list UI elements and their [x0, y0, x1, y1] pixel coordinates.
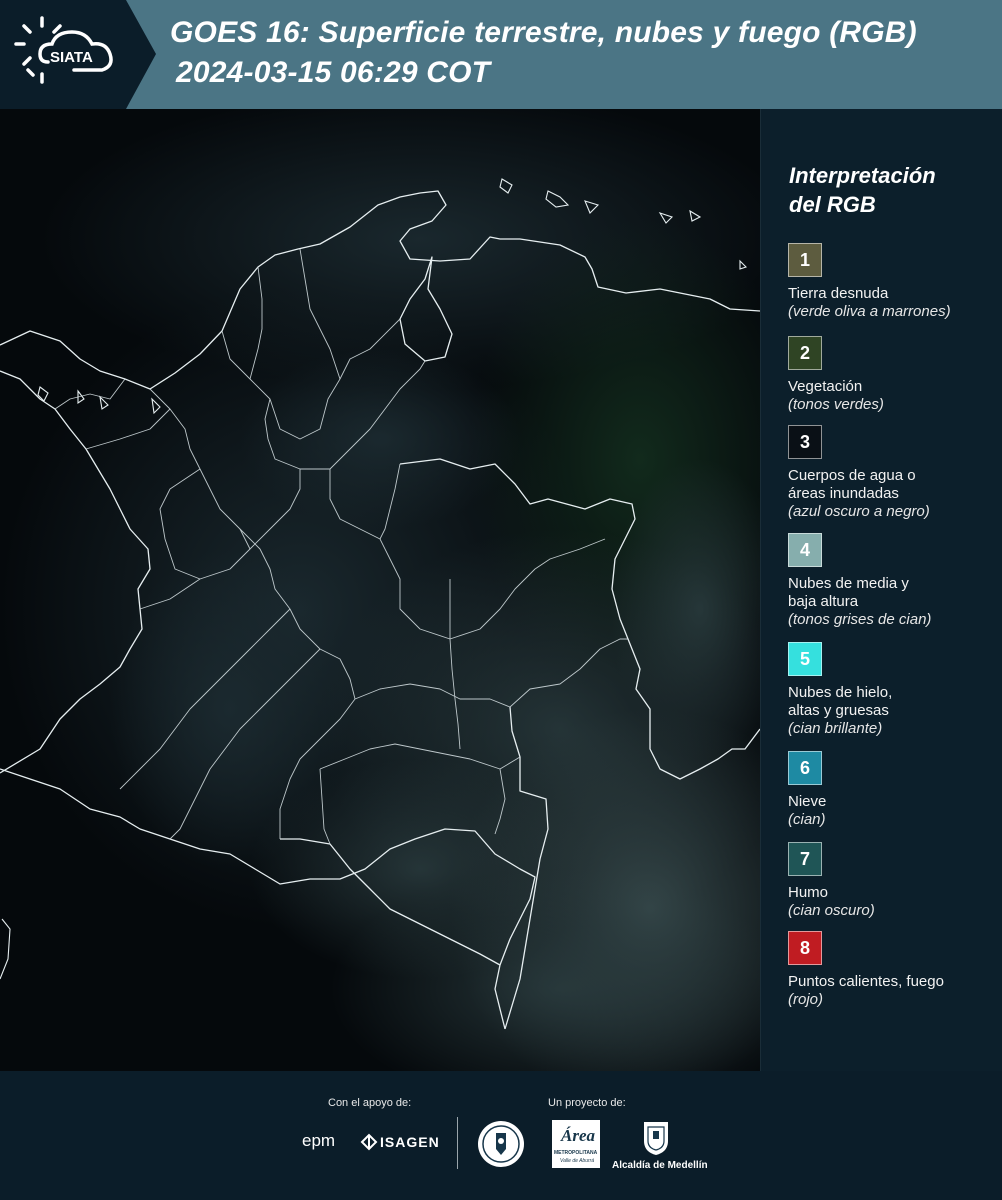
epm-logo: epm	[302, 1131, 335, 1151]
page-title: GOES 16: Superficie terrestre, nubes y f…	[170, 16, 917, 49]
map-canvas	[0, 109, 760, 1071]
legend-label: Puntos calientes, fuego	[788, 973, 944, 990]
legend-swatch: 5	[788, 642, 822, 676]
header: SIATA GOES 16: Superficie terrestre, nub…	[0, 0, 1002, 109]
legend-swatch: 1	[788, 243, 822, 277]
siata-logo: SIATA	[14, 16, 113, 84]
epm-text: epm	[302, 1131, 336, 1150]
isagen-text: ISAGEN	[380, 1134, 440, 1150]
legend-label: Nieve	[788, 793, 827, 810]
area-metropolitana-logo: Área METROPOLITANA Valle de Aburrá	[552, 1120, 600, 1168]
alcaldia-text: Alcaldía de Medellín	[612, 1160, 708, 1171]
legend-item-smoke: 7 Humo (cian oscuro)	[788, 842, 998, 920]
legend-label: Nubes de hielo,	[788, 684, 893, 701]
legend-subtitle: (cian)	[788, 811, 826, 828]
legend-item-snow: 6 Nieve (cian)	[788, 751, 998, 829]
legend-swatch: 4	[788, 533, 822, 567]
legend-title-line1: Interpretación	[789, 163, 936, 188]
legend-subtitle: (rojo)	[788, 991, 824, 1008]
isagen-icon	[360, 1133, 378, 1151]
legend-title-line2: del RGB	[789, 192, 876, 217]
footer-divider	[457, 1117, 458, 1169]
legend-item-bare-soil: 1 Tierra desnuda (verde oliva a marrones…	[788, 243, 998, 321]
logo-text: SIATA	[50, 49, 93, 66]
legend-label: Vegetación	[788, 378, 863, 395]
legend-item-ice-clouds: 5 Nubes de hielo, altas y gruesas (cian …	[788, 642, 998, 738]
area-metro-name: Área	[561, 1126, 595, 1145]
footer: Con el apoyo de: Un proyecto de: epm ISA…	[0, 1071, 1002, 1200]
legend-label-2: áreas inundadas	[788, 485, 899, 502]
university-seal-icon	[478, 1121, 524, 1167]
legend-subtitle: (azul oscuro a negro)	[788, 503, 930, 520]
legend-swatch: 8	[788, 931, 822, 965]
rgb-legend: Interpretación del RGB 1 Tierra desnuda …	[761, 109, 1002, 1071]
legend-item-fire: 8 Puntos calientes, fuego (rojo)	[788, 931, 998, 1009]
project-label: Un proyecto de:	[548, 1097, 626, 1109]
legend-title: Interpretación del RGB	[789, 161, 994, 219]
area-metro-sub2: Valle de Aburrá	[560, 1158, 595, 1164]
support-label: Con el apoyo de:	[328, 1097, 412, 1109]
timestamp: 2024-03-15 06:29 COT	[176, 56, 491, 89]
satellite-map	[0, 109, 761, 1071]
legend-swatch: 3	[788, 425, 822, 459]
legend-swatch: 2	[788, 336, 822, 370]
legend-subtitle: (cian brillante)	[788, 720, 883, 737]
legend-label-2: altas y gruesas	[788, 702, 889, 719]
legend-label: Nubes de media y	[788, 575, 909, 592]
legend-item-low-clouds: 4 Nubes de media y baja altura (tonos gr…	[788, 533, 998, 629]
legend-subtitle: (tonos grises de cian)	[788, 611, 932, 628]
legend-subtitle: (cian oscuro)	[788, 902, 875, 919]
legend-label: Tierra desnuda	[788, 285, 889, 302]
legend-subtitle: (tonos verdes)	[788, 396, 884, 413]
legend-label: Cuerpos de agua o	[788, 467, 916, 484]
legend-item-water: 3 Cuerpos de agua o áreas inundadas (azu…	[788, 425, 998, 521]
legend-swatch: 7	[788, 842, 822, 876]
legend-item-vegetation: 2 Vegetación (tonos verdes)	[788, 336, 998, 414]
alcaldia-shield-icon	[644, 1122, 668, 1155]
legend-swatch: 6	[788, 751, 822, 785]
legend-label-2: baja altura	[788, 593, 859, 610]
legend-subtitle: (verde oliva a marrones)	[788, 303, 951, 320]
legend-label: Humo	[788, 884, 829, 901]
area-metro-sub: METROPOLITANA	[554, 1150, 598, 1156]
